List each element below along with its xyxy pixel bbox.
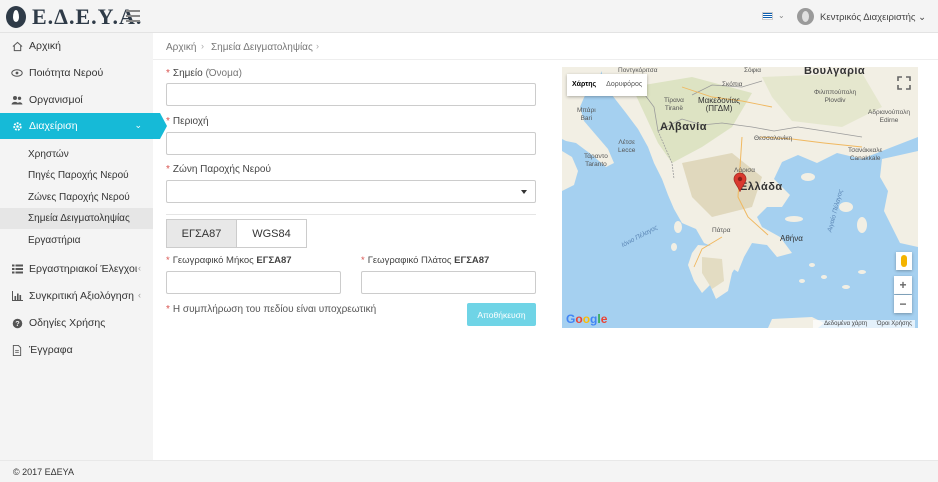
map-label-edirne: Αδριανούπολη Edirne [868, 109, 911, 124]
caret-down-icon [521, 190, 527, 194]
map-label-sofia: Σόφια [744, 67, 762, 74]
breadcrumb-separator: › [316, 41, 319, 51]
home-icon [11, 40, 23, 52]
latitude-label: * Γεωγραφικό Πλάτος ΕΓΣΑ87 [361, 255, 490, 266]
point-name-label: * Σημείο (Όνομα) [166, 68, 242, 79]
breadcrumb: Αρχική › Σημεία Δειγματοληψίας › [153, 33, 938, 60]
map-type-control: Χάρτης Δορυφόρος [567, 74, 648, 96]
map-label-bari: Μπάρι Bari [577, 107, 596, 122]
map-label-thessaloniki: Θεσσαλονίκη [754, 135, 793, 142]
help-icon: ? [11, 317, 23, 329]
footer: © 2017 ΕΔΕΥΑ [0, 460, 938, 482]
sidebar-subitem-laboratories[interactable]: Εργαστήρια [0, 230, 153, 251]
map-label-tirana: Τίρανα Tiranë [664, 97, 684, 112]
map-label-albania: Αλβανία [660, 121, 707, 133]
sidebar-subitem-water-sources[interactable]: Πηγές Παροχής Νερού [0, 165, 153, 186]
sidebar: Αρχική Ποιότητα Νερού Οργανισμοί Διαχείρ… [0, 33, 167, 460]
map-label-skopje: Σκόπια [722, 81, 743, 88]
map-label-philippoupolis: Φιλιππούπολη Plovdiv [814, 89, 857, 104]
sidebar-subitem-water-zones[interactable]: Ζώνες Παροχής Νερού [0, 187, 153, 208]
greek-flag-icon[interactable] [762, 12, 773, 20]
sidebar-item-water-quality[interactable]: Ποιότητα Νερού [0, 60, 153, 86]
eye-icon [11, 67, 23, 79]
sidebar-item-user-guide[interactable]: ? Οδηγίες Χρήσης [0, 310, 153, 336]
map-label-bulgaria: Βουλγαρία [804, 67, 866, 77]
map-type-map-tab[interactable]: Χάρτης [567, 74, 601, 96]
region-input[interactable] [166, 132, 536, 155]
list-icon [11, 263, 23, 275]
svg-text:?: ? [15, 318, 20, 327]
map-label-taranto: Τάραντο Taranto [584, 153, 608, 168]
water-zone-label: * Ζώνη Παροχής Νερού [166, 164, 271, 175]
coord-system-egsa87-button[interactable]: ΕΓΣΑ87 [166, 219, 237, 248]
chevron-down-icon: ⌄ [134, 120, 142, 130]
sidebar-item-home[interactable]: Αρχική [0, 33, 153, 59]
sidebar-subitem-sampling-points[interactable]: Σημεία Δειγματοληψίας [0, 208, 153, 229]
sidebar-item-organizations[interactable]: Οργανισμοί [0, 87, 153, 113]
street-view-pegman-icon[interactable] [896, 252, 912, 270]
menu-toggle-icon[interactable] [126, 10, 140, 22]
breadcrumb-separator: › [201, 41, 204, 51]
google-logo[interactable]: Google [566, 312, 607, 326]
zoom-in-button[interactable]: + [894, 276, 912, 294]
latitude-input[interactable] [361, 271, 536, 294]
gear-icon [11, 120, 23, 132]
chevron-left-icon: ‹ [138, 263, 141, 273]
chevron-down-icon[interactable]: ⌄ [778, 11, 785, 20]
map[interactable]: Βουλγαρία Ποντγκόριτσα Σόφια Σκόπια Φιλι… [562, 67, 918, 328]
point-name-input[interactable] [166, 83, 536, 106]
copyright-text: © 2017 ΕΔΕΥΑ [13, 467, 75, 477]
map-type-satellite-tab[interactable]: Δορυφόρος [601, 74, 647, 96]
water-drop-logo-icon [6, 6, 26, 28]
users-icon [11, 94, 23, 106]
logo[interactable]: Ε.Δ.Ε.Υ.Α. [6, 4, 142, 30]
map-label-macedonia: Μακεδονίας (ΠΓΔΜ) [698, 96, 741, 113]
map-label-patras: Πάτρα [712, 227, 731, 234]
user-avatar[interactable] [797, 8, 814, 25]
map-label-canakkale: Τσανάκκαλε Canakkale [848, 147, 883, 162]
required-note: * Η συμπλήρωση του πεδίου είναι υποχρεωτι… [166, 304, 377, 315]
map-marker-icon[interactable] [733, 172, 747, 192]
breadcrumb-current: Σημεία Δειγματοληψίας [211, 42, 313, 53]
map-data-link[interactable]: Δεδομένα χάρτη [824, 321, 867, 327]
document-icon [11, 344, 23, 356]
bar-chart-icon [11, 290, 23, 302]
coord-system-wgs84-button[interactable]: WGS84 [236, 219, 307, 248]
longitude-label: * Γεωγραφικό Μήκος ΕΓΣΑ87 [166, 255, 292, 266]
top-bar: Ε.Δ.Ε.Υ.Α. ⌄ Κεντρικός Διαχειριστής ⌄ [0, 0, 938, 33]
water-zone-select[interactable] [166, 180, 536, 203]
region-label: * Περιοχή [166, 116, 209, 127]
sidebar-subitem-users[interactable]: Χρηστών [0, 144, 153, 165]
user-menu[interactable]: Κεντρικός Διαχειριστής ⌄ [820, 12, 926, 23]
save-button[interactable]: Αποθήκευση [467, 303, 536, 326]
sidebar-item-documents[interactable]: Έγγραφα [0, 337, 153, 363]
fullscreen-icon[interactable] [896, 75, 912, 91]
map-label-athens: Αθήνα [780, 234, 803, 243]
sidebar-item-lab-tests[interactable]: Εργαστηριακοί Έλεγχοι ‹ [0, 256, 153, 282]
breadcrumb-home[interactable]: Αρχική [166, 42, 196, 53]
form-divider [166, 214, 536, 215]
sidebar-item-comparative-evaluation[interactable]: Συγκριτική Αξιολόγηση ‹ [0, 283, 153, 309]
chevron-left-icon: ‹ [138, 290, 141, 300]
zoom-out-button[interactable]: − [894, 295, 912, 313]
map-label-lecce: Λέτσε Lecce [618, 139, 636, 154]
map-attribution: Δεδομένα χάρτη Όροι Χρήσης [813, 320, 915, 328]
sidebar-item-management[interactable]: Διαχείριση ⌄ [0, 113, 167, 139]
map-terms-link[interactable]: Όροι Χρήσης [877, 321, 912, 327]
longitude-input[interactable] [166, 271, 341, 294]
